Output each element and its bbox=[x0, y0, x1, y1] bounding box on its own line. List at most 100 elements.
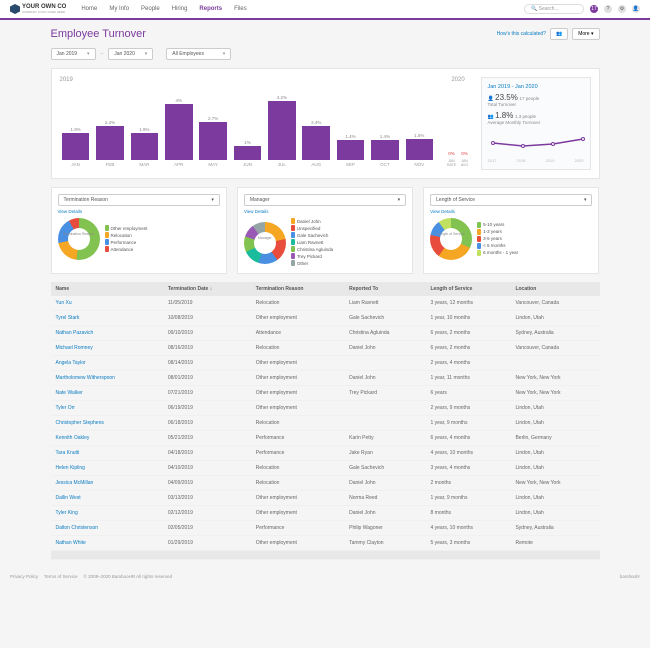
employee-link[interactable]: Kennith Oakley bbox=[56, 435, 90, 441]
employee-link[interactable]: Dallin West bbox=[56, 495, 81, 501]
nav-people[interactable]: People bbox=[141, 6, 160, 12]
view-details-0[interactable]: View Details bbox=[58, 209, 220, 214]
employee-link[interactable]: Nathan White bbox=[56, 540, 86, 546]
employees-select[interactable]: All Employees▾ bbox=[166, 48, 231, 60]
date-start-select[interactable]: Jan 2019▾ bbox=[51, 48, 96, 60]
table-row[interactable]: Tara Knutti04/18/2019PerformanceJake Rya… bbox=[51, 446, 600, 461]
donut-legend-2: 5-10 years1-3 years3-5 years< 6 months6 … bbox=[477, 222, 592, 257]
employee-link[interactable]: Martholomew Witherspoon bbox=[56, 375, 115, 381]
donut-select-1[interactable]: Manager▾ bbox=[244, 194, 406, 206]
table-row[interactable]: Michael Romney08/16/2019RelocationDaniel… bbox=[51, 341, 600, 356]
donut-legend-1: Daniel JohnUnspecifiedGale SachevichLiam… bbox=[291, 218, 406, 267]
help-icon[interactable]: ? bbox=[604, 5, 612, 13]
view-details-1[interactable]: View Details bbox=[244, 209, 406, 214]
total-pct: 23.5% bbox=[495, 93, 518, 102]
col-2[interactable]: Termination Reason bbox=[251, 282, 344, 296]
donut-select-2[interactable]: Length of Service▾ bbox=[430, 194, 592, 206]
col-4[interactable]: Length of Service bbox=[425, 282, 510, 296]
employee-link[interactable]: Tara Knutti bbox=[56, 450, 80, 456]
table-row[interactable]: Tyler King02/12/2019Other employmentDani… bbox=[51, 506, 600, 521]
avg-pct: 1.8% bbox=[495, 111, 513, 120]
donut-legend-0: Other employmentRelocationPerformanceAtt… bbox=[105, 225, 220, 253]
employee-link[interactable]: Nate Walker bbox=[56, 390, 83, 396]
main-nav: Home My Info People Hiring Reports Files bbox=[81, 6, 524, 12]
col-1[interactable]: Termination Date ↓ bbox=[163, 282, 251, 296]
employee-link[interactable]: Jessica McMillan bbox=[56, 480, 94, 486]
user-avatar-icon[interactable]: 👤 bbox=[632, 5, 640, 13]
settings-icon[interactable]: ⚙ bbox=[618, 5, 626, 13]
table-row[interactable]: Dalton Christenson02/05/2019PerformanceP… bbox=[51, 521, 600, 536]
donut-chart-2[interactable]: Length of Service bbox=[430, 218, 472, 260]
table-row[interactable]: Martholomew Witherspoon08/01/2019Other e… bbox=[51, 371, 600, 386]
bar-may[interactable]: 2.7%MAY bbox=[197, 116, 229, 167]
employee-link[interactable]: Nathan Pazavich bbox=[56, 330, 94, 336]
nav-reports[interactable]: Reports bbox=[199, 6, 222, 12]
employee-link[interactable]: Tyler King bbox=[56, 510, 78, 516]
table-row[interactable]: Tyrel Stark10/08/2019Other employmentGal… bbox=[51, 311, 600, 326]
terminations-table: NameTermination Date ↓Termination Reason… bbox=[51, 282, 600, 560]
nav-hiring[interactable]: Hiring bbox=[172, 6, 188, 12]
sparkline bbox=[488, 134, 588, 156]
nav-my-info[interactable]: My Info bbox=[109, 6, 129, 12]
donut-card-2: Length of Service▾ View Details Length of … bbox=[423, 187, 599, 274]
footer: Privacy Policy Terms of Service © 2008–2… bbox=[0, 568, 650, 585]
bar-jun[interactable]: 1%JUN bbox=[231, 140, 263, 167]
bar-jan[interactable]: 1.9%JAN bbox=[60, 127, 92, 167]
bar-sep[interactable]: 1.4%SEP bbox=[334, 134, 366, 167]
tos-link[interactable]: Terms of Service bbox=[44, 574, 78, 579]
employee-link[interactable]: Dalton Christenson bbox=[56, 525, 99, 531]
nav-files[interactable]: Files bbox=[234, 6, 247, 12]
bar-oct[interactable]: 1.4%OCT bbox=[369, 134, 401, 167]
view-details-2[interactable]: View Details bbox=[430, 209, 592, 214]
bar-apr[interactable]: 4%APR bbox=[163, 98, 195, 167]
stats-panel: Jan 2019 - Jan 2020 👤 23.5% 17 people To… bbox=[481, 77, 591, 170]
logo[interactable]: YOUR OWN CO COMPANY LOGO GOES HERE bbox=[10, 4, 66, 14]
chart-year-right: 2020 bbox=[446, 77, 471, 83]
employee-link[interactable]: Helen Kipling bbox=[56, 465, 85, 471]
privacy-link[interactable]: Privacy Policy bbox=[10, 574, 38, 579]
share-button[interactable]: 👥 bbox=[550, 28, 568, 40]
donut-card-0: Termination Reason▾ View Details Terminati… bbox=[51, 187, 227, 274]
employee-link[interactable]: Christopher Stephens bbox=[56, 420, 104, 426]
table-row[interactable]: Helen Kipling04/10/2019RelocationGale Sa… bbox=[51, 461, 600, 476]
table-row[interactable]: Tyler Orr06/19/2019Other employment2 yea… bbox=[51, 401, 600, 416]
date-end-select[interactable]: Jan 2020▾ bbox=[108, 48, 153, 60]
employee-link[interactable]: Angela Taylor bbox=[56, 360, 86, 366]
table-row[interactable]: Nathan Pazavich09/10/2019AttendanceChris… bbox=[51, 326, 600, 341]
calc-link[interactable]: How's this calculated? bbox=[497, 31, 546, 37]
table-row[interactable]: Yun Xu11/05/2019RelocationLiam Ravnett3 … bbox=[51, 296, 600, 311]
bar-2020[interactable]: 0%JAN AVG bbox=[459, 151, 471, 167]
bar-aug[interactable]: 2.4%AUG bbox=[300, 120, 332, 167]
bar-feb[interactable]: 2.4%FEB bbox=[94, 120, 126, 167]
more-button[interactable]: More ▾ bbox=[572, 28, 599, 40]
donut-select-0[interactable]: Termination Reason▾ bbox=[58, 194, 220, 206]
bar-jul[interactable]: 4.2%JUL bbox=[266, 95, 298, 167]
search-input[interactable]: 🔍 Search... bbox=[524, 4, 584, 14]
logo-icon bbox=[10, 4, 20, 14]
col-5[interactable]: Location bbox=[510, 282, 599, 296]
col-3[interactable]: Reported To bbox=[344, 282, 425, 296]
bar-nov[interactable]: 1.5%NOV bbox=[403, 133, 435, 167]
col-0[interactable]: Name bbox=[51, 282, 163, 296]
employee-link[interactable]: Tyrel Stark bbox=[56, 315, 80, 321]
table-row[interactable]: Nate Walker07/21/2019Other employmentTre… bbox=[51, 386, 600, 401]
table-row[interactable]: Dallin West03/13/2019Other employmentNor… bbox=[51, 491, 600, 506]
chart-year-left: 2019 bbox=[60, 77, 436, 83]
table-row[interactable]: Jessica McMillan04/09/2019RelocationDani… bbox=[51, 476, 600, 491]
employee-link[interactable]: Michael Romney bbox=[56, 345, 93, 351]
table-row[interactable]: Angela Taylor08/14/2019Other employment2… bbox=[51, 356, 600, 371]
bar-2020[interactable]: 0%JAN RATE bbox=[446, 151, 458, 167]
table-row[interactable]: Christopher Stephens06/18/2019Relocation… bbox=[51, 416, 600, 431]
table-row[interactable]: Nathan White01/29/2019Other employmentTa… bbox=[51, 536, 600, 551]
page-title: Employee Turnover bbox=[51, 28, 497, 40]
stats-title: Jan 2019 - Jan 2020 bbox=[488, 84, 584, 90]
employee-link[interactable]: Tyler Orr bbox=[56, 405, 75, 411]
donut-chart-0[interactable]: Termination Reason bbox=[58, 218, 100, 260]
donut-chart-1[interactable]: Manager bbox=[244, 222, 286, 264]
table-row[interactable]: Kennith Oakley05/21/2019PerformanceKarin… bbox=[51, 431, 600, 446]
notifications-icon[interactable]: 17 bbox=[590, 5, 598, 13]
bar-mar[interactable]: 1.9%MAR bbox=[128, 127, 160, 167]
employee-link[interactable]: Yun Xu bbox=[56, 300, 72, 306]
nav-home[interactable]: Home bbox=[81, 6, 97, 12]
donut-card-1: Manager▾ View Details ManagerDaniel JohnUn… bbox=[237, 187, 413, 274]
